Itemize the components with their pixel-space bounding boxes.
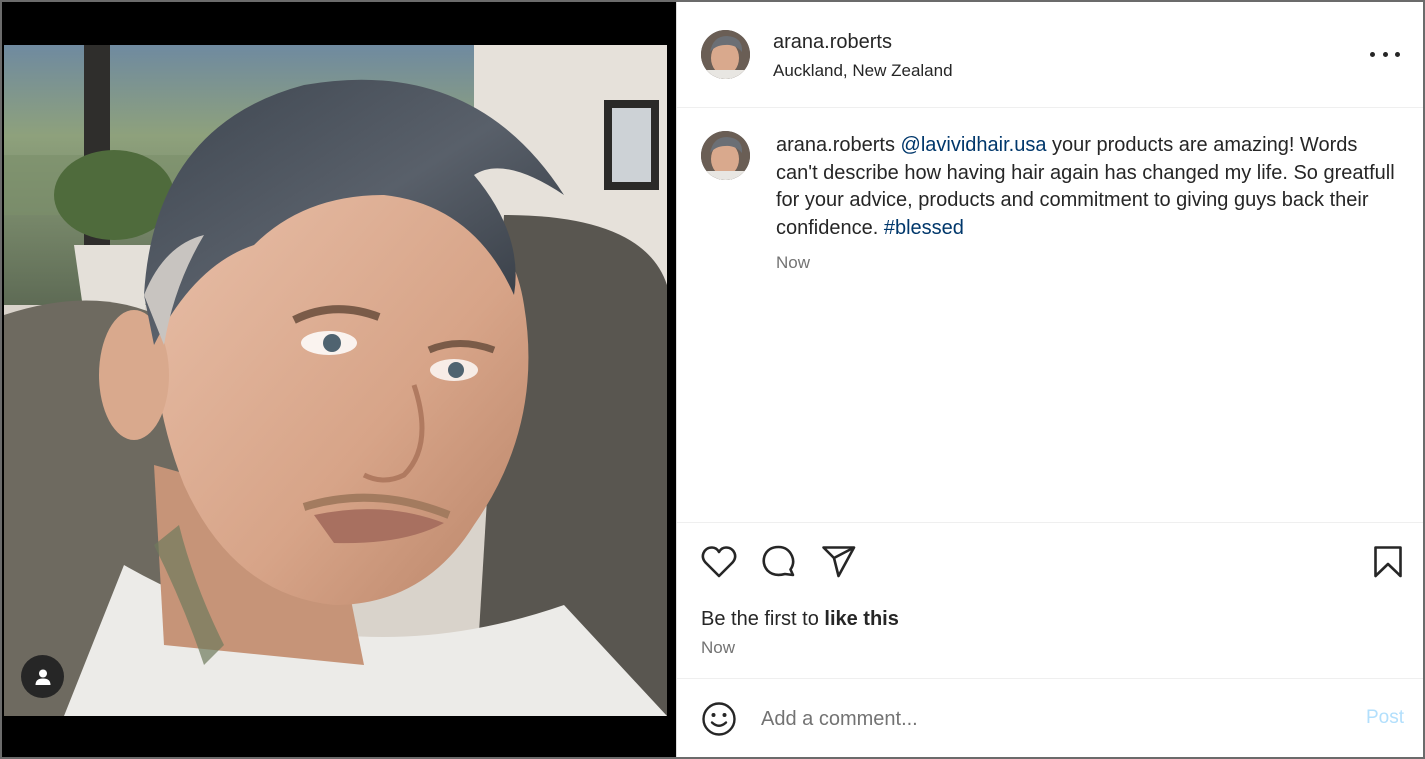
- caption-section: arana.roberts @lavividhair.usa your prod…: [677, 108, 1425, 522]
- heart-icon: [701, 546, 737, 578]
- caption-mention[interactable]: @lavividhair.usa: [901, 134, 1047, 156]
- likes-prefix: Be the first to: [701, 608, 825, 630]
- share-button[interactable]: [819, 542, 859, 582]
- emoji-icon: [702, 702, 736, 736]
- action-bar: Be the first to like this Now: [677, 522, 1425, 678]
- post-image[interactable]: [4, 45, 667, 716]
- post-media: [0, 0, 676, 759]
- user-tag-button[interactable]: [21, 655, 64, 698]
- post-username[interactable]: arana.roberts: [773, 31, 892, 54]
- paper-plane-icon: [822, 546, 856, 578]
- more-horizontal-icon: [1370, 51, 1375, 57]
- like-button[interactable]: [699, 542, 739, 582]
- post-header: arana.roberts Auckland, New Zealand: [677, 0, 1425, 108]
- caption-username[interactable]: arana.roberts: [776, 134, 895, 156]
- comment-composer: Post: [677, 678, 1425, 759]
- caption-text: arana.roberts @lavividhair.usa your prod…: [776, 132, 1396, 242]
- comment-input[interactable]: [761, 701, 1321, 737]
- comment-button[interactable]: [759, 542, 799, 582]
- emoji-button[interactable]: [699, 699, 739, 739]
- more-dot: [1395, 51, 1400, 57]
- bookmark-icon: [1374, 546, 1402, 578]
- post-comment-button[interactable]: Post: [1366, 707, 1404, 729]
- comment-icon: [762, 545, 795, 577]
- more-options-button[interactable]: [1370, 44, 1400, 64]
- caption-avatar[interactable]: [701, 131, 750, 180]
- likes-summary: Be the first to like this: [701, 608, 899, 631]
- post-details-panel: arana.roberts Auckland, New Zealand aran…: [676, 0, 1425, 759]
- caption-timestamp: Now: [776, 253, 811, 272]
- caption-hashtag[interactable]: #blessed: [884, 217, 964, 239]
- more-dot: [1382, 51, 1388, 57]
- save-button[interactable]: [1368, 542, 1408, 582]
- post-timestamp: Now: [701, 638, 736, 657]
- like-this-link[interactable]: like this: [824, 608, 898, 630]
- avatar[interactable]: [701, 30, 750, 79]
- user-tag-icon: [35, 669, 50, 685]
- post-location[interactable]: Auckland, New Zealand: [773, 61, 953, 81]
